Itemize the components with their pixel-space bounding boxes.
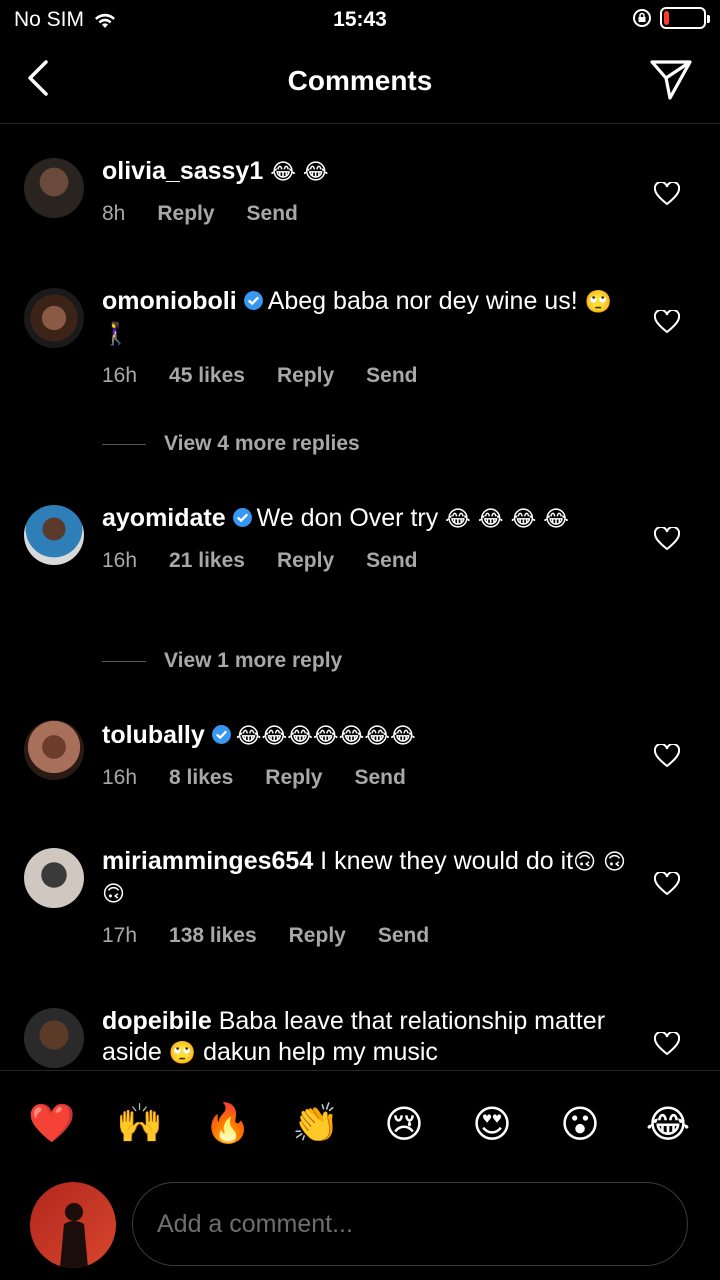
verified-badge-icon [232, 508, 252, 527]
avatar[interactable] [24, 505, 84, 565]
quick-reactions-bar: ❤️ 🙌 🔥 👏 😢 😍 😮 😂 [0, 1070, 720, 1176]
reply-button[interactable]: Reply [157, 202, 214, 226]
avatar[interactable] [24, 848, 84, 908]
send-button[interactable]: Send [354, 766, 405, 790]
heart-icon[interactable] [654, 1032, 680, 1056]
likes-count[interactable]: 21 likes [169, 549, 245, 573]
comment-text: Abeg baba nor dey wine us! [267, 287, 578, 315]
comment-emoji: 😂😂😂😂😂😂😂 [235, 724, 416, 749]
comment-username[interactable]: ayomidate [102, 504, 226, 532]
divider [102, 443, 146, 445]
battery-icon [660, 7, 710, 29]
comment-composer [0, 1176, 720, 1280]
heart-icon[interactable] [654, 182, 680, 206]
send-button[interactable]: Send [366, 364, 417, 388]
nav-bar: Comments [0, 40, 720, 124]
comment-emoji: 🙄 [168, 1041, 197, 1066]
likes-count[interactable]: 8 likes [169, 766, 233, 790]
view-replies-label[interactable]: View 4 more replies [164, 432, 360, 456]
reply-button[interactable]: Reply [289, 924, 346, 948]
likes-count[interactable]: 45 likes [169, 364, 245, 388]
reaction-laughing-emoji[interactable]: 😂 [638, 1102, 698, 1146]
comment-text: I knew they would do it [320, 847, 574, 875]
heart-icon[interactable] [654, 527, 680, 551]
comment-input[interactable] [132, 1182, 688, 1266]
view-replies-label[interactable]: View 1 more reply [164, 649, 342, 673]
comment-username[interactable]: tolubally [102, 721, 205, 749]
user-silhouette-icon [60, 1203, 88, 1268]
verified-badge-icon [211, 725, 231, 744]
status-time: 15:43 [333, 8, 387, 31]
reaction-clap-emoji[interactable]: 👏 [286, 1101, 346, 1146]
view-replies-link[interactable]: View 4 more replies [102, 432, 360, 456]
send-button[interactable]: Send [366, 549, 417, 573]
reaction-raised-hands-emoji[interactable]: 🙌 [110, 1101, 170, 1146]
heart-icon[interactable] [654, 744, 680, 768]
comment-username[interactable]: miriamminges654 [102, 847, 313, 875]
avatar[interactable] [24, 720, 84, 780]
comment-time: 17h [102, 924, 138, 947]
reaction-crying-emoji[interactable]: 😢 [374, 1102, 434, 1146]
status-bar: No SIM 15:43 [0, 0, 720, 40]
current-user-avatar[interactable] [30, 1182, 116, 1268]
paper-plane-icon[interactable] [648, 56, 694, 102]
reply-button[interactable]: Reply [265, 766, 322, 790]
reply-button[interactable]: Reply [277, 364, 334, 388]
comment-emoji: 😂 😂 [270, 160, 329, 185]
view-replies-link[interactable]: View 1 more reply [102, 649, 342, 673]
comment-time: 16h [102, 364, 138, 387]
avatar[interactable] [24, 158, 84, 218]
divider [102, 660, 146, 662]
comment-time: 16h [102, 549, 138, 572]
comment-username[interactable]: olivia_sassy1 [102, 157, 263, 185]
heart-icon[interactable] [654, 872, 680, 896]
heart-icon[interactable] [654, 310, 680, 334]
comments-list[interactable]: olivia_sassy1 😂 😂 8h Reply Send omoniobo… [0, 124, 720, 1070]
reply-button[interactable]: Reply [277, 549, 334, 573]
likes-count[interactable]: 138 likes [169, 924, 257, 948]
comment-time: 16h [102, 766, 138, 789]
rotation-lock-icon [633, 9, 651, 27]
comment-username[interactable]: dopeibile [102, 1007, 212, 1035]
comment-text: We don Over try [256, 504, 439, 532]
comment-emoji: 😂 😂 😂 😂 [445, 507, 569, 532]
verified-badge-icon [243, 291, 263, 310]
send-button[interactable]: Send [378, 924, 429, 948]
reaction-fire-emoji[interactable]: 🔥 [198, 1101, 258, 1146]
reaction-surprised-emoji[interactable]: 😮 [550, 1102, 610, 1146]
avatar[interactable] [24, 288, 84, 348]
send-button[interactable]: Send [247, 202, 298, 226]
battery-level [664, 11, 670, 25]
comment-username[interactable]: omonioboli [102, 287, 237, 315]
avatar[interactable] [24, 1008, 84, 1068]
reaction-heart-emoji[interactable]: ❤️ [22, 1101, 82, 1146]
comment-time: 8h [102, 202, 126, 225]
reaction-heart-eyes-emoji[interactable]: 😍 [462, 1102, 522, 1146]
comment-text-continued: dakun help my music [203, 1038, 438, 1066]
page-title: Comments [287, 65, 433, 96]
